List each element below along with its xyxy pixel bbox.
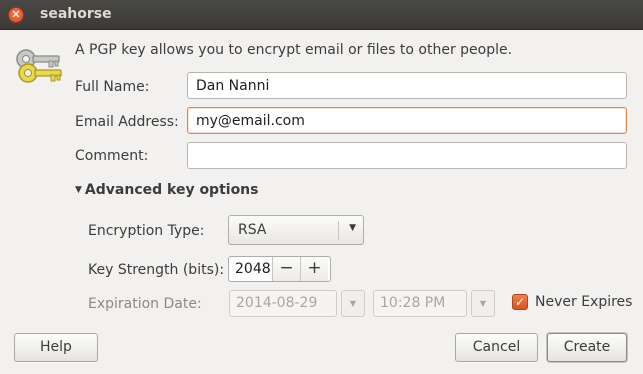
titlebar: ✕ seahorse [0,0,643,30]
advanced-options-expander[interactable]: ▼ Advanced key options [75,182,259,198]
encryption-type-value: RSA [238,222,267,238]
full-name-label: Full Name: [75,79,150,95]
help-button[interactable]: Help [14,333,98,362]
expiration-time-field[interactable]: 10:28 PM [373,290,467,317]
encryption-type-select[interactable]: RSA ▼ [228,215,364,245]
expiration-date-label: Expiration Date: [88,296,202,312]
encryption-type-label: Encryption Type: [88,223,205,239]
chevron-down-icon: ▼ [349,223,356,233]
advanced-options-label: Advanced key options [84,182,259,198]
full-name-field[interactable] [187,72,627,99]
intro-text: A PGP key allows you to encrypt email or… [75,42,513,58]
never-expires-label[interactable]: Never Expires [535,294,632,310]
comment-field[interactable] [187,142,627,169]
comment-label: Comment: [75,148,149,164]
create-pgp-key-dialog: ✕ seahorse A PGP key allows you to encry… [0,0,643,374]
create-button[interactable]: Create [547,333,627,362]
key-strength-value[interactable]: 2048 [229,257,272,281]
minus-icon[interactable]: − [272,257,300,281]
window-title: seahorse [40,6,112,22]
combo-separator [338,221,339,240]
triangle-down-icon: ▼ [75,185,82,195]
time-dropdown-chevron-down-icon[interactable]: ▼ [471,290,495,317]
key-strength-label: Key Strength (bits): [88,262,225,278]
close-icon[interactable]: ✕ [8,7,24,23]
expiration-date-field[interactable]: 2014-08-29 [229,290,337,317]
key-strength-stepper[interactable]: 2048 − + [228,256,331,282]
email-address-label: Email Address: [75,114,179,130]
date-dropdown-chevron-down-icon[interactable]: ▼ [341,290,365,317]
keys-icon [16,49,62,83]
email-address-field[interactable] [187,107,627,134]
plus-icon[interactable]: + [300,257,328,281]
checkmark-icon[interactable]: ✓ [512,294,528,310]
cancel-button[interactable]: Cancel [455,333,538,362]
